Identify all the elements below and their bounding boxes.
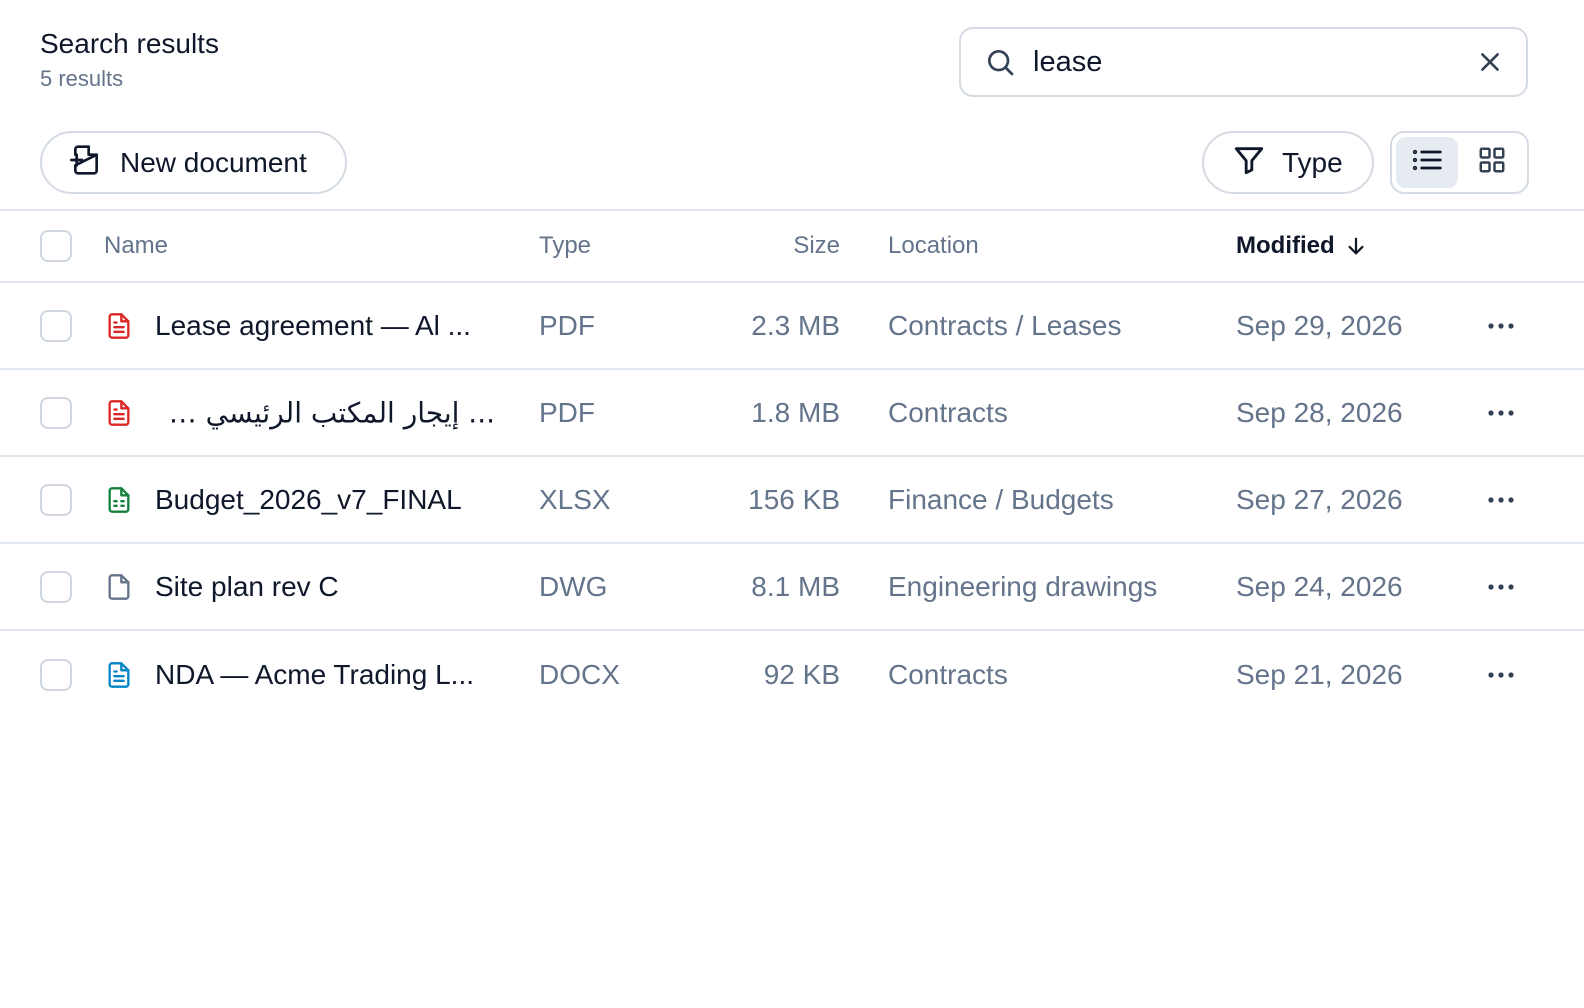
file-name[interactable]: Site plan rev C bbox=[155, 571, 495, 603]
table-row[interactable]: NDA — Acme Trading L... DOCX 92 KB Contr… bbox=[0, 631, 1584, 718]
generic-file-icon bbox=[104, 570, 134, 604]
list-view-icon bbox=[1411, 146, 1443, 179]
file-type: PDF bbox=[539, 309, 595, 341]
search-input[interactable] bbox=[1033, 45, 1474, 79]
column-header-size[interactable]: Size bbox=[700, 232, 840, 260]
row-checkbox[interactable] bbox=[40, 309, 72, 342]
file-location[interactable]: Contracts bbox=[888, 659, 1008, 691]
results-table: Name Type Size Location Modified Lease a… bbox=[0, 211, 1584, 718]
file-type: PDF bbox=[539, 396, 595, 428]
file-size: 2.3 MB bbox=[751, 309, 840, 341]
file-name[interactable]: Budget_2026_v7_FINAL bbox=[155, 484, 495, 516]
spreadsheet-file-icon bbox=[104, 483, 134, 517]
file-modified: Sep 29, 2026 bbox=[1236, 309, 1403, 341]
table-row[interactable]: ... إيجار المكتب الرئيسي ٢٠٢٦ PDF 1.8 MB… bbox=[0, 370, 1584, 457]
file-type: DOCX bbox=[539, 658, 620, 690]
search-box[interactable] bbox=[959, 27, 1528, 97]
file-modified: Sep 27, 2026 bbox=[1236, 483, 1403, 515]
more-options-icon[interactable] bbox=[1482, 397, 1520, 429]
page-title: Search results bbox=[40, 28, 219, 59]
row-checkbox[interactable] bbox=[40, 483, 72, 516]
select-all-checkbox[interactable] bbox=[40, 230, 72, 262]
filter-icon bbox=[1232, 143, 1266, 182]
file-size: 92 KB bbox=[763, 658, 840, 690]
list-view-button[interactable] bbox=[1396, 137, 1458, 188]
table-row[interactable]: Site plan rev C DWG 8.1 MB Engineering d… bbox=[0, 544, 1584, 631]
row-checkbox[interactable] bbox=[40, 658, 72, 691]
file-modified: Sep 21, 2026 bbox=[1236, 658, 1403, 690]
view-toggle bbox=[1390, 131, 1529, 194]
sort-descending-icon bbox=[1348, 237, 1364, 255]
file-modified: Sep 24, 2026 bbox=[1236, 570, 1403, 602]
pdf-file-icon bbox=[104, 396, 134, 430]
file-location[interactable]: Finance / Budgets bbox=[888, 484, 1114, 516]
file-name[interactable]: ... إيجار المكتب الرئيسي ٢٠٢٦ bbox=[155, 396, 495, 429]
type-filter-label: Type bbox=[1282, 146, 1343, 178]
new-document-label: New document bbox=[120, 146, 307, 178]
file-size: 1.8 MB bbox=[751, 396, 840, 428]
column-header-name[interactable]: Name bbox=[104, 232, 168, 260]
new-document-button[interactable]: New document bbox=[40, 131, 347, 194]
file-type: XLSX bbox=[539, 483, 611, 515]
page-header: Search results 5 results bbox=[40, 26, 219, 92]
pdf-file-icon bbox=[104, 309, 134, 343]
table-row[interactable]: Lease agreement — Al ... PDF 2.3 MB Cont… bbox=[0, 283, 1584, 370]
column-header-type[interactable]: Type bbox=[539, 232, 591, 260]
search-icon bbox=[983, 45, 1017, 79]
column-header-modified-label: Modified bbox=[1236, 232, 1335, 259]
column-header-modified[interactable]: Modified bbox=[1236, 232, 1367, 260]
more-options-icon[interactable] bbox=[1482, 310, 1520, 342]
file-modified: Sep 28, 2026 bbox=[1236, 396, 1403, 428]
file-type: DWG bbox=[539, 570, 608, 602]
clear-search-icon[interactable] bbox=[1474, 46, 1506, 78]
file-size: 156 KB bbox=[748, 483, 840, 515]
more-options-icon[interactable] bbox=[1482, 484, 1520, 516]
table-row[interactable]: Budget_2026_v7_FINAL XLSX 156 KB Finance… bbox=[0, 457, 1584, 544]
file-location[interactable]: Contracts / Leases bbox=[888, 310, 1121, 342]
file-name[interactable]: Lease agreement — Al ... bbox=[155, 310, 495, 342]
file-location[interactable]: Engineering drawings bbox=[888, 571, 1157, 603]
more-options-icon[interactable] bbox=[1482, 571, 1520, 603]
more-options-icon[interactable] bbox=[1482, 659, 1520, 691]
new-file-icon bbox=[70, 143, 102, 182]
column-header-location[interactable]: Location bbox=[888, 232, 979, 260]
grid-view-button[interactable] bbox=[1462, 137, 1524, 188]
result-count: 5 results bbox=[40, 66, 124, 91]
row-checkbox[interactable] bbox=[40, 570, 72, 603]
grid-view-icon bbox=[1477, 145, 1507, 180]
table-header: Name Type Size Location Modified bbox=[0, 211, 1584, 283]
file-name[interactable]: NDA — Acme Trading L... bbox=[155, 659, 495, 691]
file-size: 8.1 MB bbox=[751, 570, 840, 602]
type-filter-button[interactable]: Type bbox=[1202, 131, 1374, 194]
doc-file-icon bbox=[104, 658, 134, 692]
file-location[interactable]: Contracts bbox=[888, 397, 1008, 429]
row-checkbox[interactable] bbox=[40, 396, 72, 429]
